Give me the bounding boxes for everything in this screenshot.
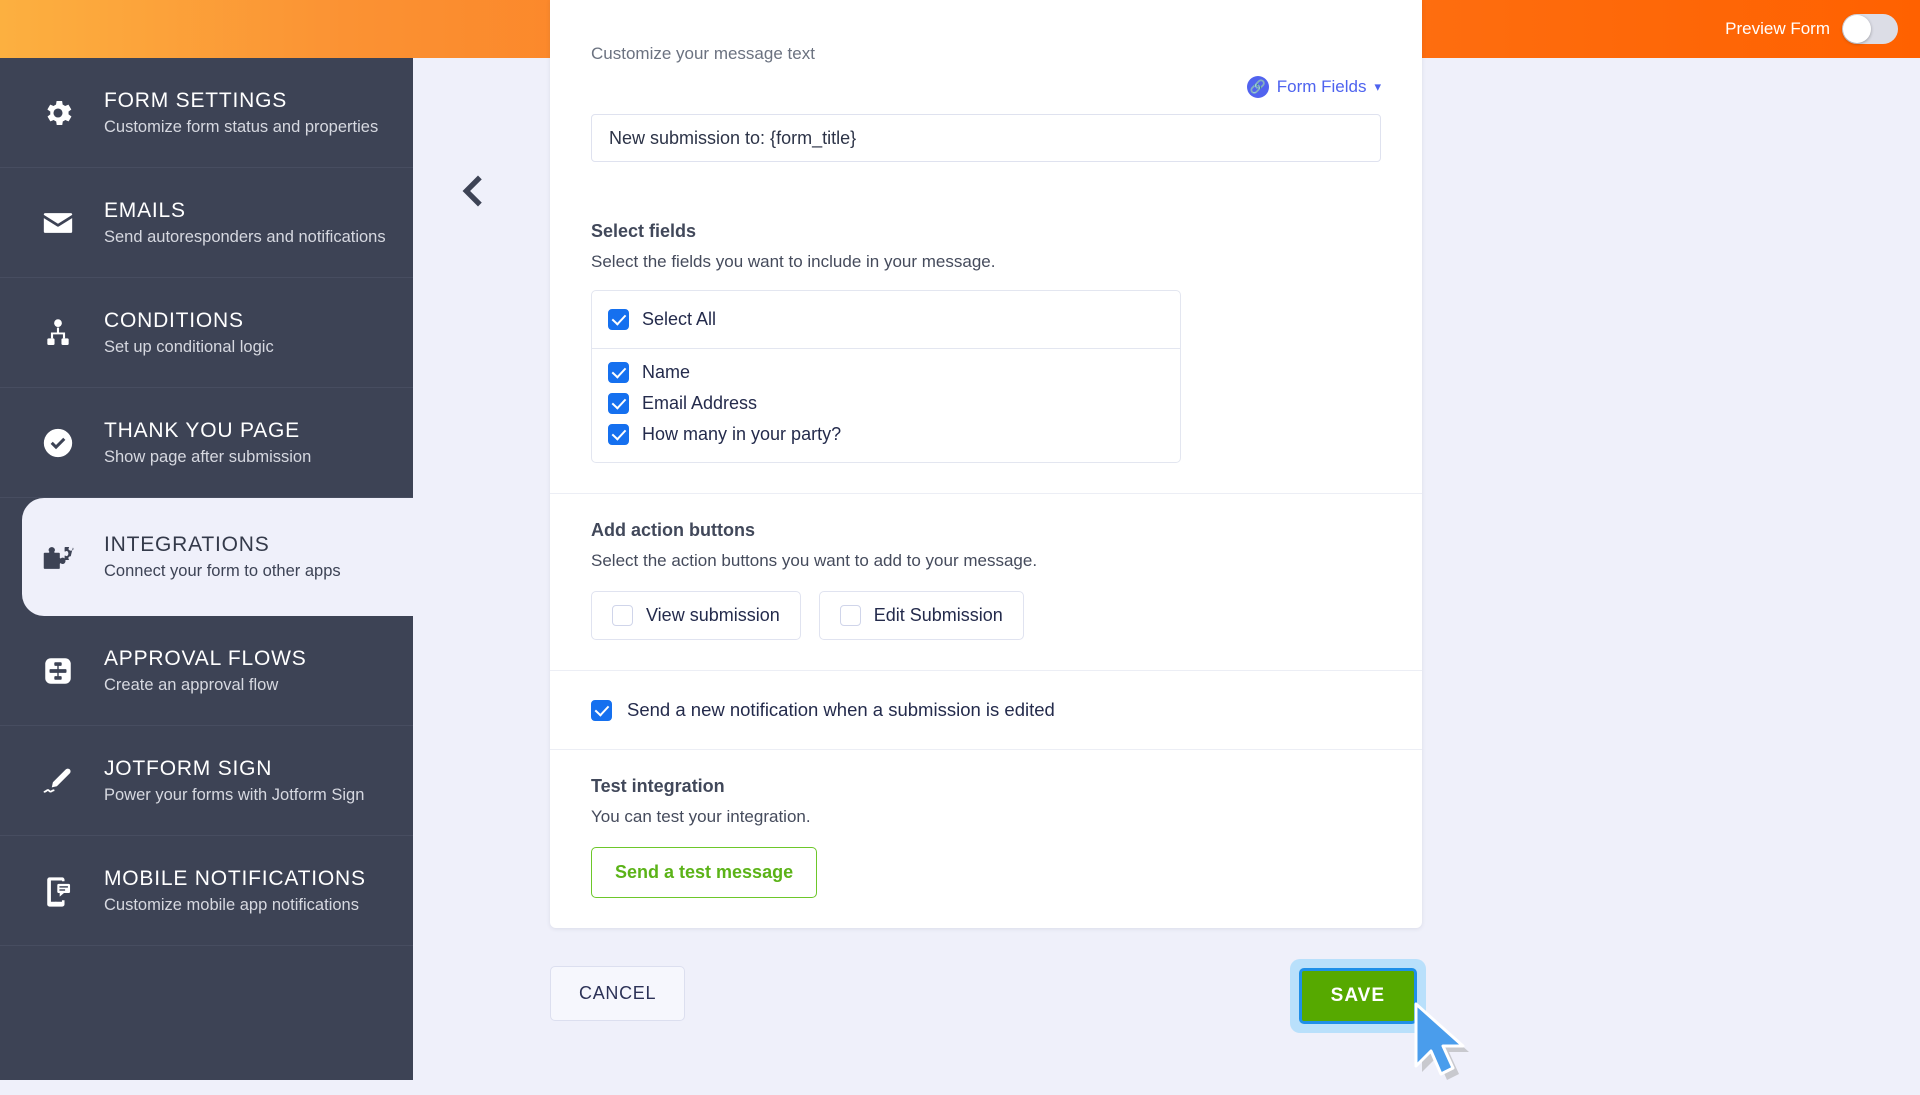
sidebar-item-subtitle: Power your forms with Jotform Sign (104, 785, 365, 804)
sidebar-item-title: JOTFORM SIGN (104, 756, 273, 780)
add-action-buttons-section: Add action buttons Select the action but… (550, 494, 1422, 671)
sidebar-item-title: EMAILS (104, 198, 186, 222)
view-submission-checkbox[interactable] (612, 605, 633, 626)
toggle-knob (1843, 15, 1871, 43)
form-footer-actions: CANCEL SAVE (550, 959, 1426, 1046)
select-fields-section: Select fields Select the fields you want… (550, 195, 1422, 494)
action-buttons-title: Add action buttons (591, 520, 755, 540)
field-label: Name (642, 362, 691, 382)
message-text-hint: Customize your message text (591, 44, 815, 63)
sidebar-item-jotform-sign[interactable]: JOTFORM SIGN Power your forms with Jotfo… (0, 726, 413, 836)
approval-flow-icon (38, 651, 78, 691)
link-icon: 🔗 (1246, 76, 1269, 98)
save-button-highlight: SAVE (1289, 959, 1426, 1033)
select-all-row[interactable]: Select All (592, 291, 1180, 349)
sidebar-item-title: APPROVAL FLOWS (104, 646, 307, 670)
sidebar-item-subtitle: Send autoresponders and notifications (104, 227, 386, 246)
test-integration-title: Test integration (591, 776, 725, 796)
sidebar-item-subtitle: Customize form status and properties (104, 117, 379, 136)
sidebar-item-subtitle: Create an approval flow (104, 675, 279, 694)
field-checkbox-email-address[interactable] (608, 393, 629, 414)
sidebar-item-subtitle: Set up conditional logic (104, 337, 274, 356)
test-integration-section: Test integration You can test your integ… (550, 750, 1422, 928)
chevron-down-icon: ▾ (1374, 79, 1381, 94)
field-label: How many in your party? (642, 424, 842, 444)
mobile-chat-icon (38, 871, 78, 911)
settings-sidebar: FORM SETTINGS Customize form status and … (0, 58, 413, 1080)
form-fields-label: Form Fields (1276, 77, 1367, 96)
action-buttons-description: Select the action buttons you want to ad… (591, 551, 1038, 570)
message-subject-input[interactable] (591, 114, 1381, 162)
sidebar-item-title: CONDITIONS (104, 308, 244, 332)
sidebar-item-title: FORM SETTINGS (104, 88, 288, 112)
puzzle-piece-icon (38, 537, 78, 577)
select-fields-description: Select the fields you want to include in… (591, 252, 996, 271)
integration-form-card: Customize your message text 🔗 Form Field… (550, 0, 1422, 928)
check-circle-icon (38, 423, 78, 463)
field-row-email-address[interactable]: Email Address (608, 388, 1164, 419)
fields-checkbox-list: Select All Name Email Address How many i… (591, 290, 1181, 463)
sidebar-item-subtitle: Show page after submission (104, 447, 312, 466)
preview-form-control: Preview Form (1725, 0, 1898, 58)
sidebar-item-thank-you-page[interactable]: THANK YOU PAGE Show page after submissio… (0, 388, 413, 498)
field-checkbox-name[interactable] (608, 362, 629, 383)
edit-submission-button[interactable]: Edit Submission (818, 591, 1024, 640)
view-submission-button[interactable]: View submission (591, 591, 801, 640)
envelope-icon (38, 203, 78, 243)
preview-form-label: Preview Form (1725, 19, 1830, 38)
field-label: Email Address (642, 393, 758, 413)
edit-notification-label: Send a new notification when a submissio… (627, 699, 1055, 720)
sidebar-item-conditions[interactable]: CONDITIONS Set up conditional logic (0, 278, 413, 388)
form-fields-row: 🔗 Form Fields ▾ (550, 64, 1422, 98)
send-test-message-button[interactable]: Send a test message (591, 847, 818, 898)
sidebar-item-title: THANK YOU PAGE (104, 418, 300, 442)
sidebar-item-mobile-notifications[interactable]: MOBILE NOTIFICATIONS Customize mobile ap… (0, 836, 413, 946)
integration-settings-panel: Customize your message text 🔗 Form Field… (413, 0, 1920, 1080)
sidebar-item-subtitle: Connect your form to other apps (104, 562, 341, 580)
preview-form-toggle[interactable] (1842, 14, 1898, 44)
save-button[interactable]: SAVE (1298, 968, 1417, 1024)
test-integration-description: You can test your integration. (591, 807, 811, 826)
sidebar-item-emails[interactable]: EMAILS Send autoresponders and notificat… (0, 168, 413, 278)
edit-notification-row[interactable]: Send a new notification when a submissio… (550, 671, 1422, 750)
edit-submission-label: Edit Submission (873, 605, 1003, 625)
sidebar-item-integrations[interactable]: INTEGRATIONS Connect your form to other … (22, 498, 413, 616)
pen-nib-icon (38, 761, 78, 801)
sidebar-item-approval-flows[interactable]: APPROVAL FLOWS Create an approval flow (0, 616, 413, 726)
field-row-party-size[interactable]: How many in your party? (608, 419, 1164, 450)
edit-submission-checkbox[interactable] (839, 605, 861, 626)
field-checkbox-party-size[interactable] (608, 424, 629, 445)
gear-icon (38, 93, 78, 133)
cancel-button[interactable]: CANCEL (550, 966, 686, 1021)
field-row-name[interactable]: Name (608, 357, 1164, 388)
sidebar-item-subtitle: Customize mobile app notifications (104, 895, 359, 914)
view-submission-label: View submission (646, 605, 780, 625)
sidebar-item-title: MOBILE NOTIFICATIONS (104, 866, 366, 890)
select-all-checkbox[interactable] (608, 309, 629, 330)
sidebar-item-title: INTEGRATIONS (104, 533, 270, 556)
select-all-label: Select All (642, 309, 717, 329)
select-fields-title: Select fields (591, 221, 697, 241)
sitemap-icon (38, 313, 78, 353)
form-fields-dropdown[interactable]: 🔗 Form Fields ▾ (1246, 76, 1381, 98)
sidebar-item-form-settings[interactable]: FORM SETTINGS Customize form status and … (0, 58, 413, 168)
chevron-left-icon[interactable] (445, 163, 501, 219)
edit-notification-checkbox[interactable] (591, 699, 612, 721)
